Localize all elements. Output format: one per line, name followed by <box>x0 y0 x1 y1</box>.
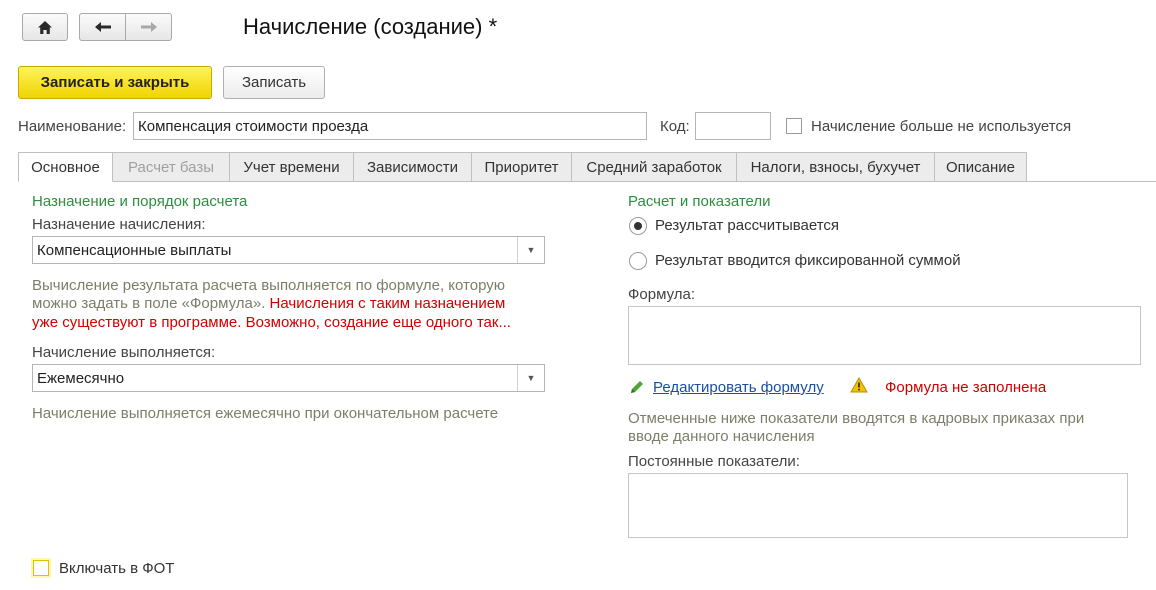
window-title: Начисление (создание) * <box>243 14 498 39</box>
tab-average-earnings[interactable]: Средний заработок <box>572 152 737 182</box>
tab-base-calculation[interactable]: Расчет базы <box>113 152 230 182</box>
unused-label: Начисление больше не используется <box>811 118 1072 135</box>
home-button[interactable] <box>22 13 68 41</box>
chevron-down-icon[interactable]: ▼ <box>517 365 544 391</box>
back-button[interactable] <box>79 13 126 41</box>
fot-label: Включать в ФОТ <box>59 560 175 577</box>
purpose-info-line-1: Вычисление результата расчета выполняетс… <box>32 277 506 294</box>
home-icon <box>38 20 52 34</box>
constant-indicators-list[interactable] <box>628 473 1128 538</box>
code-input[interactable] <box>695 112 771 140</box>
name-label: Наименование: <box>18 118 127 135</box>
purpose-info-line-2: можно задать в поле «Формула». Начислени… <box>32 295 505 312</box>
arrow-left-icon <box>94 22 111 32</box>
tab-main[interactable]: Основное <box>18 152 113 182</box>
tab-description[interactable]: Описание <box>935 152 1027 182</box>
tab-dependencies[interactable]: Зависимости <box>354 152 472 182</box>
tab-bar: Основное Расчет базы Учет времени Зависи… <box>18 152 1027 182</box>
save-and-close-button[interactable]: Записать и закрыть <box>18 66 212 99</box>
code-label: Код: <box>660 118 690 135</box>
tab-taxes-accounting[interactable]: Налоги, взносы, бухучет <box>737 152 935 182</box>
purpose-value: Компенсационные выплаты <box>37 242 232 259</box>
left-section-title: Назначение и порядок расчета <box>32 193 248 210</box>
arrow-right-icon <box>140 22 157 32</box>
execute-select[interactable]: Ежемесячно ▼ <box>32 364 545 392</box>
warning-icon <box>850 377 868 393</box>
purpose-info-gray: можно задать в поле «Формула». <box>32 295 266 312</box>
tab-divider <box>1027 181 1156 182</box>
indicators-note-line-1: Отмеченные ниже показатели вводятся в ка… <box>628 410 1085 427</box>
formula-label: Формула: <box>628 286 696 303</box>
purpose-info-red: Начисления с таким назначением <box>269 295 506 312</box>
formula-field[interactable] <box>628 306 1141 365</box>
execute-value: Ежемесячно <box>37 370 125 387</box>
edit-formula-link[interactable]: Редактировать формулу <box>653 379 824 396</box>
purpose-info-line-3: уже существуют в программе. Возможно, со… <box>32 314 511 331</box>
name-input[interactable]: Компенсация стоимости проезда <box>133 112 647 140</box>
forward-button[interactable] <box>125 13 172 41</box>
constant-indicators-label: Постоянные показатели: <box>628 453 800 470</box>
execute-label: Начисление выполняется: <box>32 344 216 361</box>
formula-warning: Формула не заполнена <box>885 379 1047 396</box>
radio-calculated-label: Результат рассчитывается <box>655 217 840 234</box>
fot-checkbox[interactable] <box>33 560 49 576</box>
purpose-label: Назначение начисления: <box>32 216 206 233</box>
radio-fixed-sum[interactable] <box>629 252 647 270</box>
tab-time-tracking[interactable]: Учет времени <box>230 152 354 182</box>
right-section-title: Расчет и показатели <box>628 193 771 210</box>
indicators-note-line-2: вводе данного начисления <box>628 428 815 445</box>
pencil-icon <box>631 381 643 393</box>
radio-fixed-sum-label: Результат вводится фиксированной суммой <box>655 252 961 269</box>
purpose-select[interactable]: Компенсационные выплаты ▼ <box>32 236 545 264</box>
execute-hint: Начисление выполняется ежемесячно при ок… <box>32 405 499 422</box>
tab-priority[interactable]: Приоритет <box>472 152 572 182</box>
unused-checkbox[interactable] <box>786 118 802 134</box>
chevron-down-icon[interactable]: ▼ <box>517 237 544 263</box>
radio-calculated[interactable] <box>629 217 647 235</box>
save-button[interactable]: Записать <box>223 66 325 99</box>
